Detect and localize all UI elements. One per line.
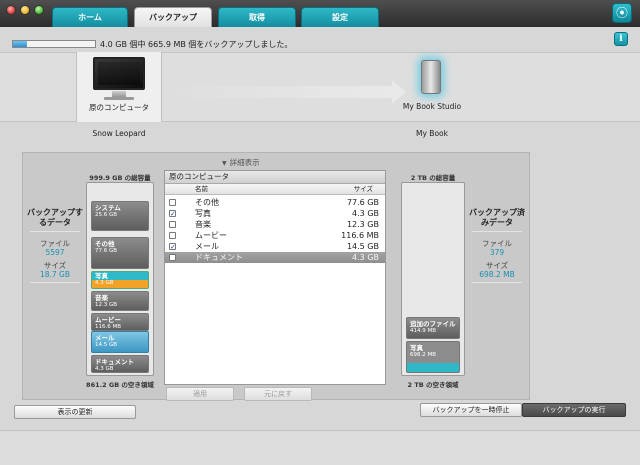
row-size: 4.3 GB — [352, 253, 379, 262]
backup-progress-bar — [12, 40, 96, 48]
pause-backup-button[interactable]: バックアップを一時停止 — [420, 403, 522, 417]
list-item[interactable]: その他 77.6 GB — [165, 197, 385, 208]
tab-settings[interactable]: 設定 — [301, 7, 379, 27]
tab-home[interactable]: ホーム — [52, 7, 128, 27]
row-name: 写真 — [195, 209, 211, 218]
row-name: メール — [195, 242, 219, 251]
source-device-name: Snow Leopard — [92, 129, 146, 138]
capacity-segment-photo: 写真 4.3 GB — [91, 271, 149, 289]
row-size: 14.5 GB — [346, 242, 379, 251]
source-capacity-bar: システム 25.6 GB その他 77.6 GB 写真 4.3 GB 音楽 12.3 G… — [86, 182, 154, 376]
size-value: 698.2 MB — [479, 270, 515, 279]
row-checkbox[interactable] — [169, 232, 176, 239]
row-name: ムービー — [195, 231, 227, 240]
row-name: ドキュメント — [195, 253, 243, 262]
row-size: 116.6 MB — [341, 231, 379, 240]
size-value: 18.7 GB — [39, 270, 71, 279]
row-name: 音楽 — [195, 220, 211, 229]
list-item[interactable]: ムービー 116.6 MB — [165, 230, 385, 241]
computer-icon — [93, 57, 145, 90]
capacity-segment-photo-backed-up: 写真 698.2 MB — [406, 341, 460, 373]
transfer-arrow — [164, 86, 394, 98]
tab-backup[interactable]: バックアップ — [134, 7, 212, 27]
capacity-segment-system: システム 25.6 GB — [91, 201, 149, 231]
apply-button[interactable]: 適用 — [166, 387, 234, 401]
row-checkbox[interactable]: ✓ — [169, 210, 176, 218]
source-device-caption: 原のコンピュータ — [89, 103, 149, 112]
divider — [30, 231, 80, 232]
column-header-name[interactable]: 名前 — [195, 184, 208, 194]
row-checkbox[interactable]: ✓ — [169, 243, 176, 251]
capacity-segment-movies: ムービー 116.6 MB — [91, 313, 149, 331]
capacity-segment-music: 音楽 12.3 GB — [91, 291, 149, 311]
file-list-title: 原のコンピュータ — [165, 171, 385, 184]
list-item-selected[interactable]: ドキュメント 4.3 GB — [165, 252, 385, 263]
destination-free-space: 2 TB の空き領域 — [407, 381, 459, 389]
list-item[interactable]: 音楽 12.3 GB — [165, 219, 385, 230]
row-checkbox[interactable] — [169, 221, 176, 228]
progress-status-text: 4.0 GB 個中 665.9 MB 個をバックアップしました。 — [100, 40, 293, 49]
detail-view-toggle[interactable]: ▼ 詳細表示 — [222, 157, 260, 168]
backed-up-data-title: バックアップ済みデータ — [469, 208, 525, 227]
footer-bar — [0, 430, 640, 465]
capacity-segment-documents: ドキュメント 4.3 GB — [91, 355, 149, 373]
tab-restore[interactable]: 取得 — [218, 7, 296, 27]
zoom-window-button[interactable] — [34, 5, 44, 15]
source-free-space: 861.2 GB の空き領域 — [86, 381, 154, 389]
row-checkbox[interactable] — [169, 254, 176, 261]
list-item[interactable]: ✓ 写真 4.3 GB — [165, 208, 385, 219]
run-backup-button[interactable]: バックアップの実行 — [522, 403, 626, 417]
divider — [30, 282, 80, 283]
detail-view-label: 詳細表示 — [229, 158, 260, 167]
row-checkbox[interactable] — [169, 199, 176, 206]
file-list-header: 名前 サイズ — [165, 184, 385, 195]
destination-device-name: My Book — [416, 129, 448, 138]
capacity-segment-added-files: 追加のファイル 414.9 MB — [406, 317, 460, 339]
destination-total-capacity: 2 TB の総容量 — [410, 174, 456, 182]
progress-fill — [13, 41, 27, 47]
revert-button[interactable]: 元に戻す — [244, 387, 312, 401]
computer-base — [104, 97, 134, 100]
files-count: 5597 — [45, 248, 65, 257]
divider — [472, 231, 522, 232]
capacity-segment-mail: メール 14.5 GB — [91, 331, 149, 353]
backup-data-title: バックアップするデータ — [27, 208, 83, 227]
row-size: 4.3 GB — [352, 209, 379, 218]
minimize-window-button[interactable] — [20, 5, 30, 15]
destination-device-caption: My Book Studio — [402, 102, 462, 111]
app-logo-icon: ⦿ — [612, 3, 632, 23]
triangle-down-icon: ▼ — [222, 160, 227, 167]
refresh-view-button[interactable]: 表示の更新 — [14, 405, 136, 419]
files-count: 379 — [489, 248, 505, 257]
app-window: ホーム バックアップ 取得 設定 ⦿ i 4.0 GB 個中 665.9 MB … — [0, 0, 640, 465]
capacity-segment-other: その他 77.6 GB — [91, 237, 149, 269]
source-total-capacity: 999.9 GB の総容量 — [89, 174, 151, 182]
destination-capacity-bar: 追加のファイル 414.9 MB 写真 698.2 MB — [401, 182, 465, 376]
row-name: その他 — [195, 198, 219, 207]
file-category-list: 原のコンピュータ 名前 サイズ その他 77.6 GB ✓ 写真 4.3 GB 音楽 1… — [164, 170, 386, 385]
transfer-arrow-head — [392, 80, 406, 104]
row-size: 77.6 GB — [346, 198, 379, 207]
external-drive-icon[interactable] — [421, 60, 441, 94]
close-window-button[interactable] — [6, 5, 16, 15]
info-icon[interactable]: i — [614, 32, 628, 46]
divider — [472, 282, 522, 283]
column-header-size[interactable]: サイズ — [354, 184, 373, 194]
list-item[interactable]: ✓ メール 14.5 GB — [165, 241, 385, 252]
title-bar: ホーム バックアップ 取得 設定 ⦿ — [0, 0, 640, 27]
row-size: 12.3 GB — [346, 220, 379, 229]
